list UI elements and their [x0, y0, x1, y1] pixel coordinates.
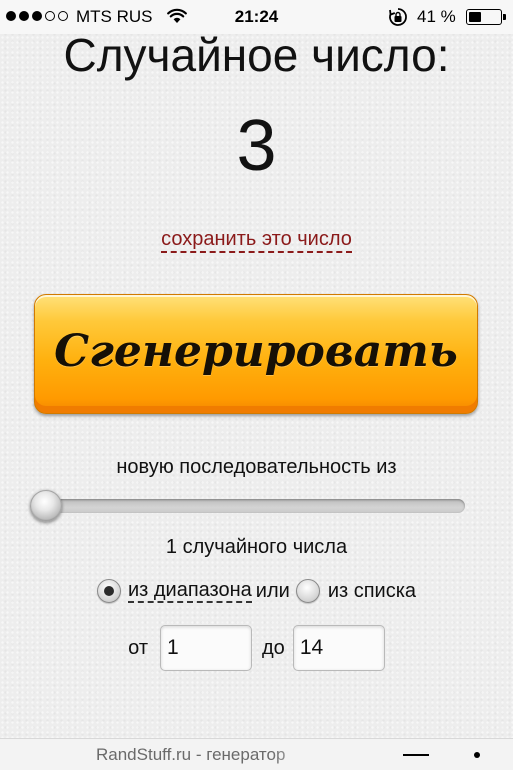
rotation-lock-icon — [389, 8, 407, 26]
list-mode-label[interactable]: из списка — [328, 580, 416, 603]
list-mode-radio[interactable] — [295, 579, 320, 603]
mode-selector: из диапазона или из списка — [0, 576, 513, 606]
or-word: или — [255, 579, 290, 602]
count-slider-track[interactable] — [33, 499, 465, 513]
random-number-result: 3 — [236, 106, 277, 186]
battery-fill — [469, 12, 481, 22]
minimize-icon[interactable] — [403, 754, 429, 756]
range-inputs: от до — [0, 624, 513, 672]
battery-icon — [466, 9, 502, 25]
to-input[interactable] — [292, 625, 385, 671]
range-mode-radio[interactable] — [96, 579, 121, 603]
page-title: Случайное число: — [63, 29, 450, 81]
from-input[interactable] — [160, 625, 253, 671]
generate-button-label: Сгенерировать — [54, 325, 458, 377]
range-mode-label[interactable]: из диапазона — [127, 579, 252, 603]
count-slider-thumb[interactable] — [30, 490, 62, 522]
browser-bottom-bar: RandStuff.ru - генератор — [0, 738, 513, 770]
battery-tip — [503, 14, 506, 20]
save-number-link-row: сохранить это число — [0, 226, 513, 253]
save-number-link[interactable]: сохранить это число — [161, 228, 352, 253]
generate-button[interactable]: Сгенерировать — [34, 294, 478, 414]
page-url[interactable]: RandStuff.ru - генератор — [96, 745, 316, 765]
more-dot-icon[interactable] — [474, 752, 480, 758]
sequence-label: новую последовательность из — [116, 456, 397, 478]
to-label: до — [262, 636, 285, 659]
battery-percent: 41 % — [417, 7, 456, 26]
count-label: 1 случайного числа — [165, 536, 348, 558]
from-label: от — [128, 636, 149, 659]
